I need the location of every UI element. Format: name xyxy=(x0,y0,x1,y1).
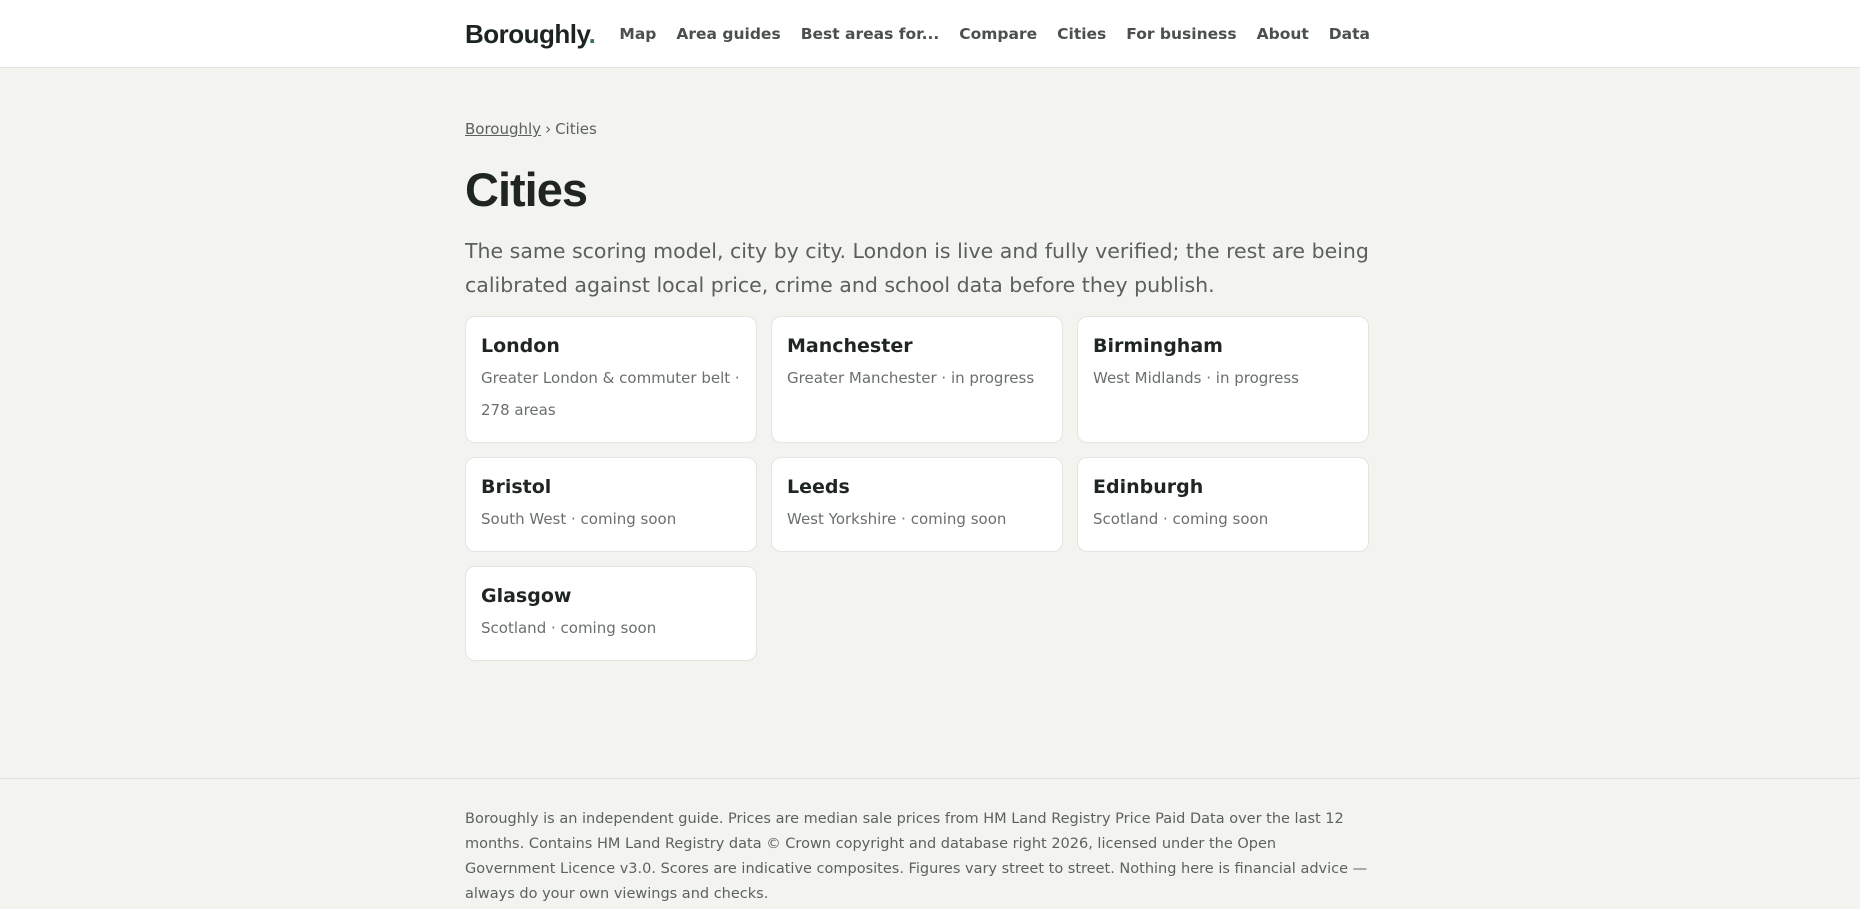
breadcrumb-home-link[interactable]: Boroughly xyxy=(465,120,541,138)
nav-cities[interactable]: Cities xyxy=(1057,25,1106,43)
nav-data[interactable]: Data xyxy=(1329,25,1370,43)
site-header: Boroughly. Map Area guides Best areas fo… xyxy=(0,0,1860,68)
city-name: London xyxy=(481,335,560,357)
city-name: Leeds xyxy=(787,476,850,498)
city-description: West Yorkshire · coming soon xyxy=(787,510,1007,528)
city-name: Glasgow xyxy=(481,585,572,607)
logo-link[interactable]: Boroughly. xyxy=(465,18,596,50)
city-name: Birmingham xyxy=(1093,335,1223,357)
city-description: Greater Manchester · in progress xyxy=(787,369,1035,387)
city-grid: London Greater London & commuter belt · … xyxy=(465,316,1370,661)
city-card-glasgow[interactable]: Glasgow Scotland · coming soon xyxy=(465,566,757,661)
city-card-bristol[interactable]: Bristol South West · coming soon xyxy=(465,457,757,552)
city-description: West Midlands · in progress xyxy=(1093,369,1299,387)
main-content: Boroughly › Cities Cities The same scoring… xyxy=(465,120,1370,661)
nav-map[interactable]: Map xyxy=(619,25,656,43)
nav-for-business[interactable]: For business xyxy=(1126,25,1236,43)
breadcrumb: Boroughly › Cities xyxy=(465,120,1370,138)
footer-disclaimer: Boroughly is an independent guide. Price… xyxy=(465,811,1368,902)
city-card-leeds[interactable]: Leeds West Yorkshire · coming soon xyxy=(771,457,1063,552)
city-description: Scotland · coming soon xyxy=(481,619,657,637)
page-title: Cities xyxy=(465,163,588,216)
nav-area-guides[interactable]: Area guides xyxy=(676,25,780,43)
city-name: Manchester xyxy=(787,335,913,357)
city-description: Greater London & commuter belt · 278 are… xyxy=(481,369,740,419)
page-lede: The same scoring model, city by city. Lo… xyxy=(465,239,1369,297)
city-name: Edinburgh xyxy=(1093,476,1204,498)
city-card-birmingham[interactable]: Birmingham West Midlands · in progress xyxy=(1077,316,1369,443)
breadcrumb-separator: › xyxy=(545,120,552,138)
nav-compare[interactable]: Compare xyxy=(959,25,1037,43)
nav-about[interactable]: About xyxy=(1257,25,1309,43)
city-description: South West · coming soon xyxy=(481,510,677,528)
city-name: Bristol xyxy=(481,476,552,498)
logo-text: Boroughly xyxy=(465,18,589,49)
main-nav: Map Area guides Best areas for... Compar… xyxy=(619,25,1370,43)
nav-best-areas-for[interactable]: Best areas for... xyxy=(801,25,940,43)
breadcrumb-current: Cities xyxy=(555,120,597,138)
city-card-edinburgh[interactable]: Edinburgh Scotland · coming soon xyxy=(1077,457,1369,552)
site-footer: Boroughly is an independent guide. Price… xyxy=(0,778,1860,909)
city-card-london[interactable]: London Greater London & commuter belt · … xyxy=(465,316,757,443)
logo-dot: . xyxy=(588,18,596,49)
city-card-manchester[interactable]: Manchester Greater Manchester · in progr… xyxy=(771,316,1063,443)
city-description: Scotland · coming soon xyxy=(1093,510,1269,528)
